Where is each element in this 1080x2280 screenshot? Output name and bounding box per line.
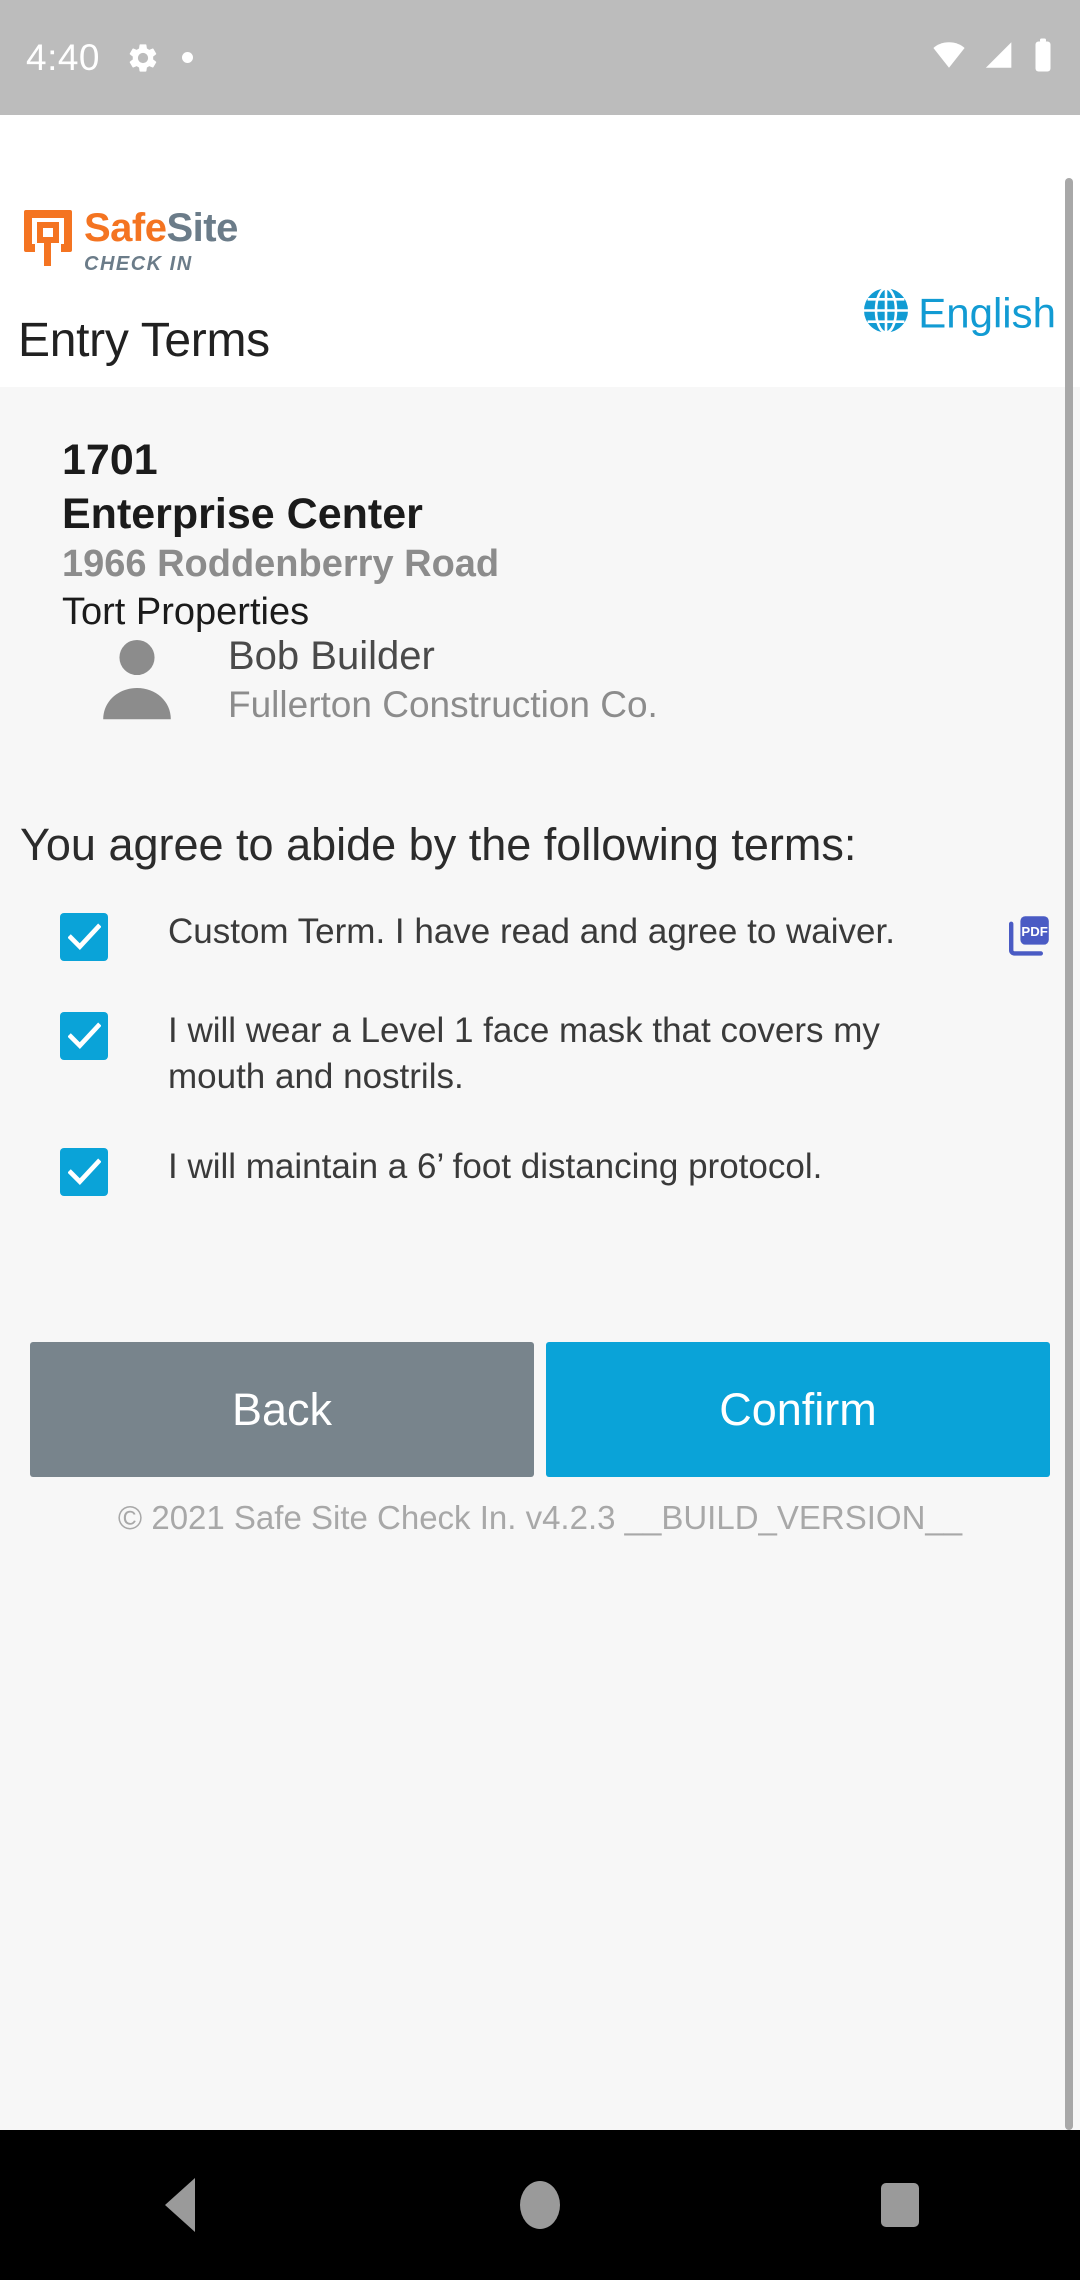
site-name: Enterprise Center <box>62 490 423 539</box>
gear-icon <box>126 41 160 75</box>
page-title: Entry Terms <box>18 314 270 367</box>
notification-dot-icon <box>182 52 194 63</box>
android-nav-bar <box>0 2130 1080 2280</box>
pdf-attachment-icon[interactable]: PDF <box>1006 909 1054 964</box>
nav-recents-button[interactable] <box>810 2130 990 2280</box>
term-row: Custom Term. I have read and agree to wa… <box>0 909 1080 964</box>
logo-tagline: CHECK IN <box>84 253 193 275</box>
site-address: 1966 Roddenberry Road <box>62 543 500 586</box>
action-button-row: Back Confirm <box>0 1342 1080 1477</box>
term-label-3: I will maintain a 6’ foot distancing pro… <box>168 1147 823 1187</box>
nav-back-button[interactable] <box>90 2130 270 2280</box>
wifi-icon <box>930 38 968 77</box>
status-right-icons <box>930 37 1054 78</box>
status-bar: 4:40 <box>0 0 1080 115</box>
status-left-icons <box>126 41 194 75</box>
person-avatar-icon <box>98 634 176 725</box>
safesite-logo-mark-icon <box>22 208 74 273</box>
term-label-1: Custom Term. I have read and agree to wa… <box>168 912 895 951</box>
term-row: I will wear a Level 1 face mask that cov… <box>0 1008 1080 1100</box>
back-button[interactable]: Back <box>30 1342 534 1477</box>
battery-icon <box>1032 37 1054 78</box>
globe-icon <box>862 287 910 340</box>
footer-copyright: © 2021 Safe Site Check In. v4.2.3 __BUIL… <box>117 1499 963 1536</box>
confirm-button[interactable]: Confirm <box>546 1342 1050 1477</box>
status-clock: 4:40 <box>26 37 101 78</box>
term-checkbox-2[interactable] <box>60 1012 108 1060</box>
nav-home-circle-icon <box>520 2181 560 2229</box>
visitor-text-block: Bob Builder Fullerton Construction Co. <box>228 632 658 727</box>
nav-back-triangle-icon <box>165 2178 195 2232</box>
terms-heading: You agree to abide by the following term… <box>20 819 857 870</box>
nav-recents-square-icon <box>881 2183 919 2227</box>
cellular-signal-icon <box>982 38 1018 77</box>
site-owner: Tort Properties <box>62 591 310 634</box>
visitor-company: Fullerton Construction Co. <box>228 683 658 725</box>
phone-screen: 4:40 SafeSite CHECK IN English Entry Ter… <box>0 0 1080 2280</box>
terms-list: Custom Term. I have read and agree to wa… <box>0 909 1080 1240</box>
nav-home-button[interactable] <box>450 2130 630 2280</box>
language-label: English <box>918 289 1056 336</box>
visitor-info-row: Bob Builder Fullerton Construction Co. <box>98 632 658 727</box>
content-area: 1701 Enterprise Center 1966 Roddenberry … <box>0 387 1080 2130</box>
logo-word-site: Site <box>166 206 239 250</box>
app-logo: SafeSite CHECK IN <box>22 208 238 274</box>
app-logo-wordmark: SafeSite CHECK IN <box>84 208 238 274</box>
term-row: I will maintain a 6’ foot distancing pro… <box>0 1144 1080 1197</box>
logo-word-safe: Safe <box>84 206 167 250</box>
site-info-block: 1701 Enterprise Center 1966 Roddenberry … <box>62 433 499 637</box>
app-header: SafeSite CHECK IN English Entry Terms <box>0 115 1080 394</box>
site-number: 1701 <box>62 436 158 484</box>
term-checkbox-1[interactable] <box>60 913 108 961</box>
scrollbar-thumb[interactable] <box>1065 178 1073 2130</box>
term-label-2: I will wear a Level 1 face mask that cov… <box>168 1011 880 1097</box>
visitor-name: Bob Builder <box>228 634 435 678</box>
svg-text:PDF: PDF <box>1021 924 1047 939</box>
term-checkbox-3[interactable] <box>60 1148 108 1197</box>
language-selector[interactable]: English <box>862 287 1056 340</box>
